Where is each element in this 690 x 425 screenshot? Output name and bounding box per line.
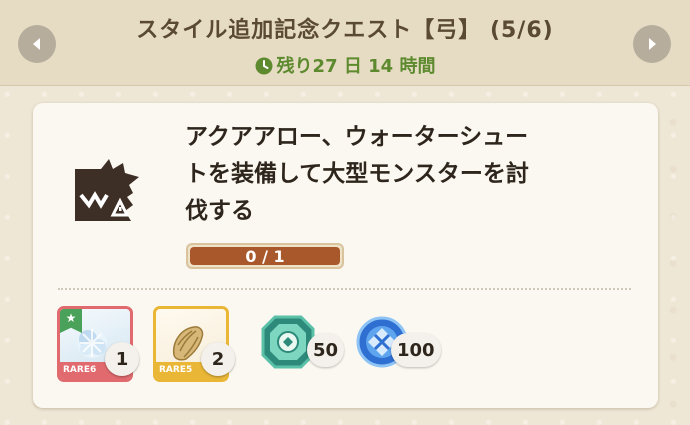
quest-progress-bar: 0 / 1 bbox=[186, 243, 344, 269]
remaining-time: 残り27 日 14 時間 bbox=[0, 52, 690, 78]
quest-objective-line: 伐する bbox=[185, 198, 254, 224]
next-quest-button[interactable] bbox=[633, 25, 671, 63]
reward-count: 2 bbox=[201, 342, 235, 376]
quest-objective: アクアアロー、ウォーターシュー トを装備して大型モンスターを討 伐する bbox=[185, 119, 605, 230]
large-monster-icon bbox=[75, 159, 139, 221]
progress-fill: 0 / 1 bbox=[190, 246, 340, 266]
quest-objective-line: トを装備して大型モンスターを討 bbox=[185, 161, 529, 187]
quest-title: スタイル追加記念クエスト【弓】 (5/6) bbox=[136, 18, 554, 43]
reward-count: 1 bbox=[105, 342, 139, 376]
remaining-time-text: 残り27 日 14 時間 bbox=[276, 56, 436, 77]
reward-item-orb[interactable]: 100 bbox=[355, 313, 465, 375]
reward-count: 50 bbox=[307, 333, 345, 367]
chevron-right-icon bbox=[649, 38, 656, 50]
divider bbox=[58, 288, 631, 290]
reward-item-rare6[interactable]: ★ RARE6 1 bbox=[57, 306, 139, 382]
quest-header: スタイル追加記念クエスト【弓】 (5/6) 残り27 日 14 時間 bbox=[0, 0, 690, 86]
progress-label: 0 / 1 bbox=[245, 246, 285, 266]
reward-item-gem[interactable]: 50 bbox=[259, 313, 369, 375]
quest-objective-line: アクアアロー、ウォーターシュー bbox=[185, 124, 529, 150]
reward-item-rare5[interactable]: RARE5 2 bbox=[153, 306, 235, 382]
clock-icon bbox=[255, 57, 273, 75]
quest-card: アクアアロー、ウォーターシュー トを装備して大型モンスターを討 伐する 0 / … bbox=[33, 103, 658, 408]
reward-count: 100 bbox=[391, 333, 441, 367]
